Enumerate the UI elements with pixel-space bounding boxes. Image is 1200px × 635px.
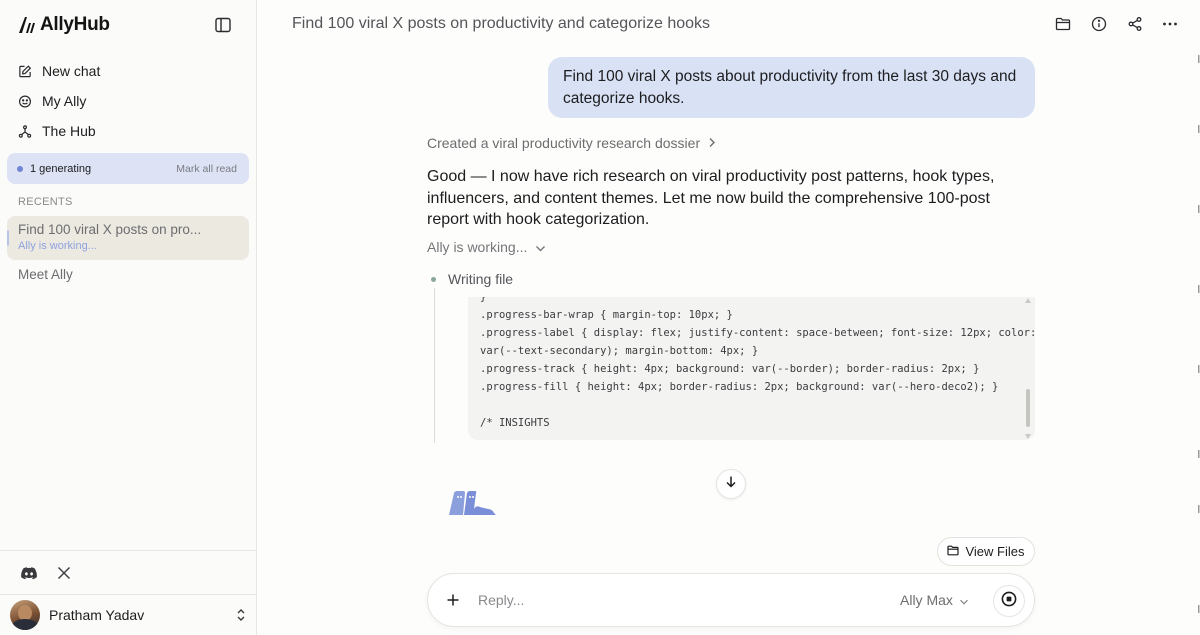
artifact-link[interactable]: Created a viral productivity research do… (427, 135, 716, 151)
edit-icon (18, 64, 32, 78)
folder-icon (947, 544, 960, 559)
stop-icon (1001, 591, 1017, 612)
page-title: Find 100 viral X posts on productivity a… (292, 15, 711, 32)
user-menu[interactable]: Pratham Yadav (10, 600, 248, 630)
recent-chat-active[interactable]: Find 100 viral X posts on pro... Ally is… (7, 216, 249, 260)
hub-icon (18, 124, 32, 138)
mark-all-read-button[interactable]: Mark all read (176, 163, 237, 175)
app-name: AllyHub (40, 14, 110, 35)
chevron-down-icon (959, 592, 969, 608)
chevron-down-icon (535, 239, 546, 255)
attach-plus-icon[interactable] (444, 591, 462, 609)
generating-dot-icon (17, 165, 23, 172)
artifact-link-label: Created a viral productivity research do… (427, 135, 701, 151)
more-options-icon[interactable] (1161, 15, 1179, 33)
step-label: Writing file (448, 271, 514, 287)
view-files-label: View Files (965, 544, 1025, 559)
sidebar-toggle-icon[interactable] (214, 16, 234, 36)
folder-icon[interactable] (1054, 15, 1072, 33)
scroll-to-bottom-button[interactable] (716, 469, 746, 499)
chevron-right-icon (708, 135, 716, 151)
model-selector[interactable]: Ally Max (900, 592, 969, 608)
sidebar-item-label: My Ally (42, 93, 87, 109)
scroll-up-icon[interactable] (1025, 298, 1031, 303)
working-status-label: Ally is working... (427, 239, 528, 255)
allyhub-logo-icon (19, 17, 35, 33)
sidebar-divider (0, 594, 256, 595)
working-status-toggle[interactable]: Ally is working... (427, 239, 546, 255)
stop-generation-button[interactable] (993, 585, 1025, 617)
x-logo-icon[interactable] (55, 564, 73, 582)
sidebar-divider (0, 550, 256, 551)
user-message: Find 100 viral X posts about productivit… (548, 57, 1035, 118)
chevron-up-down-icon (234, 607, 248, 623)
sidebar: AllyHub New chat My Ally The Hub 1 gener… (0, 0, 257, 635)
sidebar-item-label: The Hub (42, 123, 96, 139)
avatar (10, 600, 40, 630)
user-name: Pratham Yadav (49, 607, 145, 623)
view-files-button[interactable]: View Files (937, 537, 1035, 566)
info-icon[interactable] (1090, 15, 1108, 33)
ally-mascot-icon (446, 489, 498, 517)
step-dot-icon (431, 277, 436, 282)
model-label: Ally Max (900, 592, 953, 608)
sidebar-item-my-ally[interactable]: My Ally (8, 86, 248, 116)
sidebar-nav: New chat My Ally The Hub (8, 56, 248, 146)
recent-chat-status: Ally is working... (18, 240, 97, 252)
generating-status[interactable]: 1 generating Mark all read (7, 153, 249, 184)
recent-chat-meet-ally[interactable]: Meet Ally (18, 267, 73, 282)
scroll-thumb[interactable] (1026, 389, 1030, 427)
recents-heading: RECENTS (18, 196, 73, 208)
sidebar-item-new-chat[interactable]: New chat (8, 56, 248, 86)
code-scrollbar[interactable] (1024, 297, 1032, 440)
arrow-down-icon (725, 475, 737, 493)
code-content: } .progress-bar-wrap { margin-top: 10px;… (480, 297, 1035, 429)
reply-input[interactable] (478, 588, 858, 612)
app-logo[interactable]: AllyHub (18, 14, 110, 36)
recent-chat-title: Find 100 viral X posts on pro... (18, 222, 202, 237)
smile-icon (18, 94, 32, 108)
discord-icon[interactable] (20, 564, 38, 582)
composer: Ally Max (427, 573, 1035, 627)
scroll-down-icon[interactable] (1025, 434, 1031, 439)
generating-label: 1 generating (30, 162, 92, 175)
sidebar-item-label: New chat (42, 63, 101, 79)
step-timeline (434, 288, 435, 443)
code-preview[interactable]: } .progress-bar-wrap { margin-top: 10px;… (468, 297, 1035, 440)
share-icon[interactable] (1126, 15, 1144, 33)
sidebar-item-the-hub[interactable]: The Hub (8, 116, 248, 146)
assistant-message: Good — I now have rich research on viral… (427, 168, 995, 228)
